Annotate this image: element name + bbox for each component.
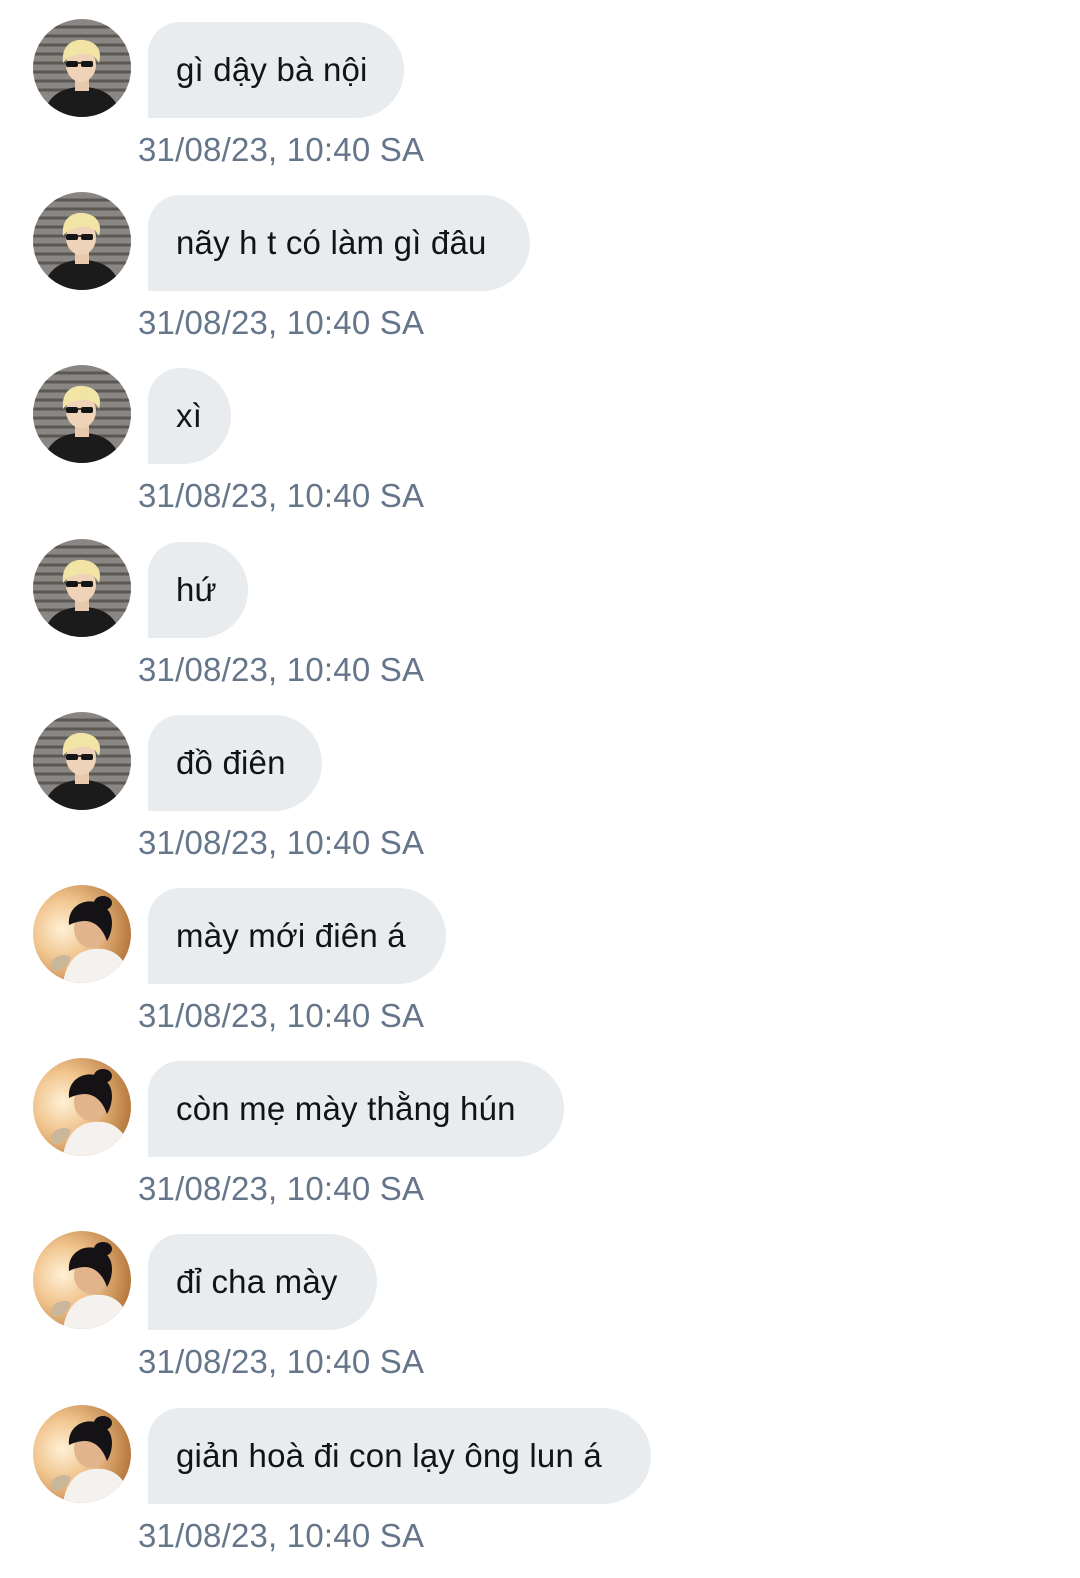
avatar[interactable] (33, 712, 131, 810)
message-row: nãy h t có làm gì đâu 31/08/23, 10:40 SA (0, 192, 1080, 365)
avatar-blonde-sunglasses-icon (33, 192, 131, 290)
avatar[interactable] (33, 1058, 131, 1156)
avatar-blonde-sunglasses-icon (33, 365, 131, 463)
message-timestamp: 31/08/23, 10:40 SA (138, 997, 425, 1034)
message-bubble[interactable]: gì dậy bà nội (148, 22, 404, 118)
message-bubble[interactable]: hứ (148, 542, 248, 638)
message-thread: gì dậy bà nội 31/08/23, 10:40 SA nãy h t … (0, 0, 1080, 1560)
message-timestamp: 31/08/23, 10:40 SA (138, 651, 425, 688)
avatar[interactable] (33, 1405, 131, 1503)
avatar[interactable] (33, 539, 131, 637)
avatar-dark-hair-warm-light-icon (33, 1231, 131, 1329)
message-text: gì dậy bà nội (176, 51, 368, 88)
avatar-dark-hair-warm-light-icon (33, 885, 131, 983)
message-text: đồ điên (176, 744, 286, 781)
avatar-blonde-sunglasses-icon (33, 712, 131, 810)
message-row: giản hoà đi con lạy ông lun á 31/08/23, 1… (0, 1405, 1080, 1578)
message-text: đỉ cha mày (176, 1263, 338, 1300)
avatar-blonde-sunglasses-icon (33, 539, 131, 637)
message-text: còn mẹ mày thằng hún (176, 1090, 516, 1127)
message-text: hứ (176, 571, 217, 608)
message-row: mày mới điên á 31/08/23, 10:40 SA (0, 885, 1080, 1058)
message-text: mày mới điên á (176, 917, 406, 954)
message-text: giản hoà đi con lạy ông lun á (176, 1437, 602, 1474)
avatar[interactable] (33, 192, 131, 290)
message-text: nãy h t có làm gì đâu (176, 224, 487, 261)
message-bubble[interactable]: giản hoà đi con lạy ông lun á (148, 1408, 651, 1504)
message-timestamp: 31/08/23, 10:40 SA (138, 1517, 425, 1554)
message-bubble[interactable]: đỉ cha mày (148, 1234, 377, 1330)
avatar[interactable] (33, 1231, 131, 1329)
message-row: gì dậy bà nội 31/08/23, 10:40 SA (0, 19, 1080, 192)
avatar-dark-hair-warm-light-icon (33, 1405, 131, 1503)
message-row: đồ điên 31/08/23, 10:40 SA (0, 712, 1080, 885)
message-timestamp: 31/08/23, 10:40 SA (138, 131, 425, 168)
message-timestamp: 31/08/23, 10:40 SA (138, 1170, 425, 1207)
message-text: xì (176, 397, 203, 434)
avatar-blonde-sunglasses-icon (33, 19, 131, 117)
avatar[interactable] (33, 365, 131, 463)
message-row: xì 31/08/23, 10:40 SA (0, 365, 1080, 538)
message-timestamp: 31/08/23, 10:40 SA (138, 477, 425, 514)
message-bubble[interactable]: xì (148, 368, 231, 464)
message-row: đỉ cha mày 31/08/23, 10:40 SA (0, 1231, 1080, 1404)
avatar[interactable] (33, 885, 131, 983)
message-bubble[interactable]: còn mẹ mày thằng hún (148, 1061, 564, 1157)
message-timestamp: 31/08/23, 10:40 SA (138, 304, 425, 341)
message-timestamp: 31/08/23, 10:40 SA (138, 1343, 425, 1380)
message-row: còn mẹ mày thằng hún 31/08/23, 10:40 SA (0, 1058, 1080, 1231)
message-timestamp: 31/08/23, 10:40 SA (138, 824, 425, 861)
message-bubble[interactable]: đồ điên (148, 715, 322, 811)
message-bubble[interactable]: mày mới điên á (148, 888, 446, 984)
avatar-dark-hair-warm-light-icon (33, 1058, 131, 1156)
message-row: hứ 31/08/23, 10:40 SA (0, 539, 1080, 712)
message-bubble[interactable]: nãy h t có làm gì đâu (148, 195, 530, 291)
avatar[interactable] (33, 19, 131, 117)
